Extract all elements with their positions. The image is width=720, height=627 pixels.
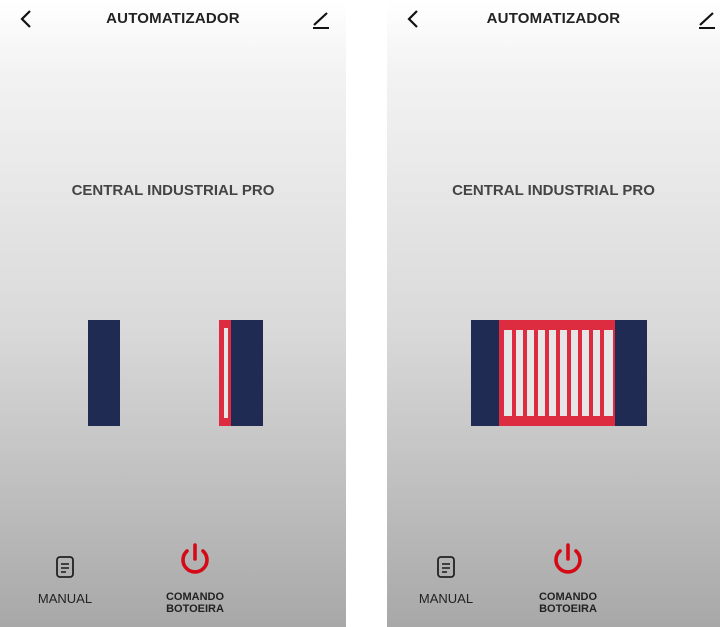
screen-gate-closed: AUTOMATIZADOR CENTRAL INDUSTRIAL PRO MAN… xyxy=(387,0,720,627)
manual-button[interactable]: MANUAL xyxy=(20,556,110,606)
command-label: COMANDO BOTOEIRA xyxy=(140,591,250,615)
command-label-line2: BOTOEIRA xyxy=(166,603,224,615)
command-label: COMANDO BOTOEIRA xyxy=(513,591,623,615)
manual-label: MANUAL xyxy=(418,591,474,606)
command-label-line1: COMANDO xyxy=(165,591,225,603)
gate-open-illustration xyxy=(88,320,263,426)
gate-post-left xyxy=(471,320,499,426)
gate-closed-illustration xyxy=(471,320,647,426)
document-icon xyxy=(437,556,455,578)
top-bar: AUTOMATIZADOR xyxy=(387,0,720,40)
device-name: CENTRAL INDUSTRIAL PRO xyxy=(71,182,275,199)
command-label-line1: COMANDO xyxy=(538,591,598,603)
device-name: CENTRAL INDUSTRIAL PRO xyxy=(452,182,655,199)
power-icon xyxy=(554,543,582,574)
pencil-icon[interactable] xyxy=(696,8,718,30)
screen-gate-open: AUTOMATIZADOR CENTRAL INDUSTRIAL PRO MAN… xyxy=(0,0,346,627)
gate-post-right xyxy=(231,320,263,426)
gate-post-left xyxy=(88,320,120,426)
page-title: AUTOMATIZADOR xyxy=(486,10,621,27)
power-icon xyxy=(181,543,209,574)
gate-post-right xyxy=(615,320,647,426)
manual-button[interactable]: MANUAL xyxy=(401,556,491,606)
command-button[interactable]: COMANDO BOTOEIRA xyxy=(140,542,250,615)
document-icon xyxy=(56,556,74,578)
pencil-icon[interactable] xyxy=(310,8,332,30)
manual-label: MANUAL xyxy=(37,591,93,606)
page-title: AUTOMATIZADOR xyxy=(106,10,240,27)
command-button[interactable]: COMANDO BOTOEIRA xyxy=(513,542,623,615)
command-label-line2: BOTOEIRA xyxy=(539,603,597,615)
top-bar: AUTOMATIZADOR xyxy=(0,0,346,40)
